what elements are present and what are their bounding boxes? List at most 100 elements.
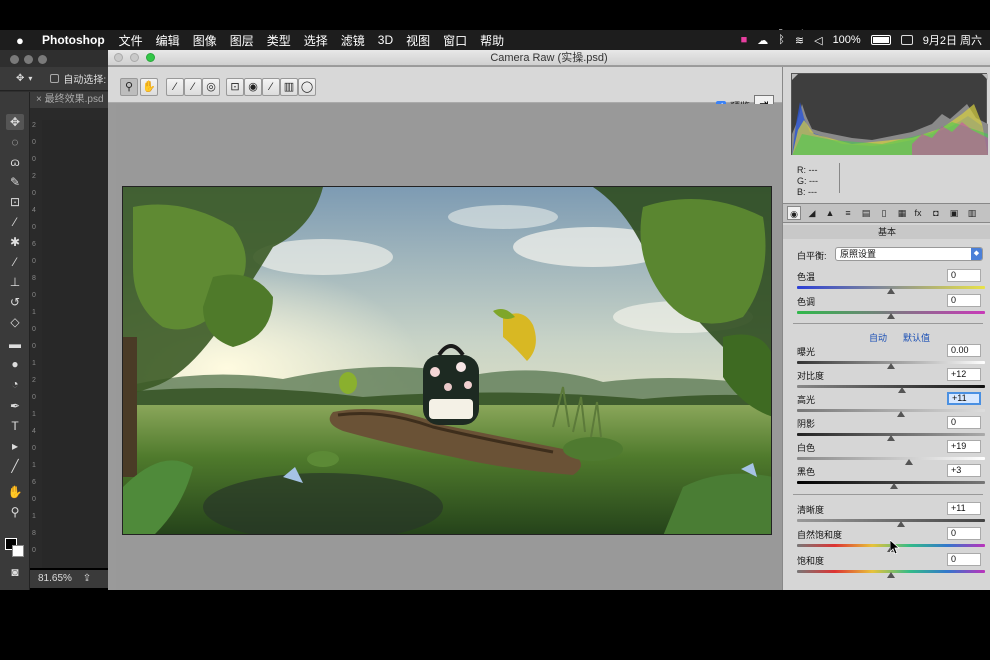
menu-help[interactable]: 帮助	[480, 32, 504, 49]
slider-value-temp[interactable]: 0	[947, 269, 981, 282]
tab-split-toning-icon[interactable]: ▤	[859, 206, 873, 220]
share-icon[interactable]: ⇪	[83, 573, 91, 584]
move-tool-icon[interactable]: ✥	[16, 73, 24, 84]
slider-value-exposure[interactable]: 0.00	[947, 344, 981, 357]
healing-tool-icon[interactable]: ✱	[6, 234, 24, 250]
slider-knob-whites[interactable]	[904, 459, 913, 465]
menu-view[interactable]: 视图	[406, 32, 430, 49]
tab-fx-icon[interactable]: fx	[911, 206, 925, 220]
eraser-tool-icon[interactable]: ◇	[6, 314, 24, 330]
dodge-tool-icon[interactable]: ◔	[6, 376, 24, 392]
blur-tool-icon[interactable]: ●	[6, 356, 24, 372]
ps-minimize-button[interactable]	[24, 55, 33, 64]
type-tool-icon[interactable]: T	[6, 418, 24, 434]
apple-icon[interactable]: ●	[16, 33, 30, 48]
color-sampler-tool-icon[interactable]: ⁄	[184, 78, 202, 96]
slider-knob-highlights[interactable]	[897, 411, 906, 417]
document-tab[interactable]: × 最终效果.psd	[30, 92, 108, 108]
slider-track-highlights[interactable]	[797, 409, 985, 412]
menu-select[interactable]: 选择	[304, 32, 328, 49]
white-balance-select[interactable]: 原照设置 ◆	[835, 247, 983, 261]
slider-knob-exposure[interactable]	[887, 363, 895, 369]
tab-effects-icon[interactable]: ▦	[895, 206, 909, 220]
slider-value-whites[interactable]: +19	[947, 440, 981, 453]
slider-value-blacks[interactable]: +3	[947, 464, 981, 477]
tab-camera-calibration-icon[interactable]: ◘	[929, 206, 943, 220]
history-brush-tool-icon[interactable]: ↺	[6, 294, 24, 310]
tab-hsl-icon[interactable]: ≡	[841, 206, 855, 220]
gradient-tool-icon[interactable]: ▬	[6, 336, 24, 352]
lasso-tool-icon[interactable]: ɷ	[6, 154, 24, 170]
menu-3d[interactable]: 3D	[378, 33, 393, 47]
marquee-tool-icon[interactable]: ◌	[6, 134, 24, 150]
targeted-adjustment-tool-icon[interactable]: ◎	[202, 78, 220, 96]
slider-track-whites[interactable]	[797, 457, 985, 460]
cr-minimize-button[interactable]	[130, 53, 139, 62]
slider-knob-temp[interactable]	[887, 288, 895, 294]
battery-icon[interactable]	[870, 35, 891, 45]
menu-layer[interactable]: 图层	[230, 32, 254, 49]
eyedropper-tool-icon[interactable]: ⁄	[6, 214, 24, 230]
menu-type[interactable]: 类型	[267, 32, 291, 49]
slider-track-contrast[interactable]	[797, 385, 985, 388]
menu-window[interactable]: 窗口	[443, 32, 467, 49]
red-eye-tool-icon[interactable]: ◉	[244, 78, 262, 96]
slider-knob-saturation[interactable]	[887, 572, 895, 578]
brush-tool-icon[interactable]: ⁄	[6, 254, 24, 270]
chevron-down-icon[interactable]: ▾	[28, 74, 32, 83]
tab-basic-icon[interactable]: ◉	[787, 206, 801, 220]
menu-file[interactable]: 文件	[119, 32, 143, 49]
flag-icon[interactable]	[900, 35, 913, 45]
zoom-level[interactable]: 81.65%	[38, 573, 72, 584]
background-color-swatch[interactable]	[12, 545, 24, 557]
ps-close-button[interactable]	[10, 55, 19, 64]
path-select-tool-icon[interactable]: ▸	[6, 438, 24, 454]
slider-track-clarity[interactable]	[797, 519, 985, 522]
radial-filter-icon[interactable]: ◯	[298, 78, 316, 96]
menu-edit[interactable]: 编辑	[156, 32, 180, 49]
auto-select-checkbox[interactable]	[50, 74, 60, 83]
move-tool-icon[interactable]: ✥	[6, 114, 24, 130]
slider-value-vibrance[interactable]: 0	[947, 527, 981, 540]
preview-image[interactable]	[122, 186, 772, 535]
tab-lens-icon[interactable]: ▯	[877, 206, 891, 220]
bluetooth-icon[interactable]: ᛒ	[778, 34, 785, 46]
zoom-tool-icon[interactable]: ⚲	[6, 504, 24, 520]
quick-mask-icon[interactable]: ◙	[6, 564, 24, 580]
ps-zoom-button[interactable]	[38, 55, 47, 64]
cr-zoom-button[interactable]	[146, 53, 155, 62]
adjustment-brush-icon[interactable]: ⁄	[262, 78, 280, 96]
slider-value-saturation[interactable]: 0	[947, 553, 981, 566]
default-link[interactable]: 默认值	[903, 331, 930, 344]
menu-image[interactable]: 图像	[193, 32, 217, 49]
date-label[interactable]: 9月2日 周六	[923, 32, 982, 48]
tab-presets-icon[interactable]: ▣	[947, 206, 961, 220]
crop-tool-icon[interactable]: ⊡	[226, 78, 244, 96]
white-balance-tool-icon[interactable]: ⁄	[166, 78, 184, 96]
camera-record-icon[interactable]: ■	[741, 34, 748, 46]
slider-value-tint[interactable]: 0	[947, 294, 981, 307]
tab-detail-icon[interactable]: ▲	[823, 206, 837, 220]
slider-value-contrast[interactable]: +12	[947, 368, 981, 381]
cr-close-button[interactable]	[114, 53, 123, 62]
slider-knob-shadows[interactable]	[887, 435, 895, 441]
slider-value-highlights[interactable]: +11	[947, 392, 981, 405]
hand-tool-icon[interactable]: ✋	[140, 78, 158, 96]
slider-value-shadows[interactable]: 0	[947, 416, 981, 429]
shape-tool-icon[interactable]: ╱	[6, 458, 24, 474]
slider-value-clarity[interactable]: +11	[947, 502, 981, 515]
slider-knob-blacks[interactable]	[889, 483, 898, 489]
tab-snapshots-icon[interactable]: ▥	[965, 206, 979, 220]
slider-knob-contrast[interactable]	[898, 387, 907, 393]
graduated-filter-icon[interactable]: ▥	[280, 78, 298, 96]
app-menu-photoshop[interactable]: Photoshop	[42, 33, 105, 47]
pen-tool-icon[interactable]: ✒	[6, 398, 24, 414]
zoom-tool-icon[interactable]: ⚲	[120, 78, 138, 96]
stamp-tool-icon[interactable]: ⊥	[6, 274, 24, 290]
wifi-icon[interactable]: ≋	[795, 34, 804, 47]
creative-cloud-icon[interactable]: ☁	[757, 34, 768, 47]
menu-filter[interactable]: 滤镜	[341, 32, 365, 49]
volume-icon[interactable]: ◁	[814, 34, 822, 47]
tab-close-icon[interactable]: ×	[36, 94, 42, 105]
slider-knob-tint[interactable]	[887, 313, 895, 319]
